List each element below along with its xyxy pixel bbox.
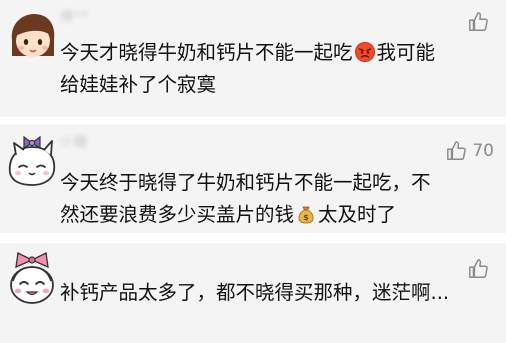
comment-text-line: 给娃娃补了个寂寞 — [60, 73, 217, 96]
like-count: 70 — [472, 141, 494, 161]
username[interactable]: 傅** — [60, 8, 89, 28]
thumbs-up-icon — [469, 12, 488, 31]
comment-text-line: 太及时了 — [318, 203, 397, 226]
comment-item: 小糖 70 今天终于晓得了牛奶和钙片不能一起吃，不 然还要浪费多少买盖片的钱 $… — [0, 125, 506, 233]
comment-text: 补钙产品太多了，都不晓得买那种，迷茫啊... — [60, 277, 488, 309]
girl-avatar[interactable] — [4, 10, 60, 66]
comment-text: 今天终于晓得了牛奶和钙片不能一起吃，不 然还要浪费多少买盖片的钱 $ 太及时了 — [60, 167, 488, 231]
money-bag-emoji: $ — [298, 206, 314, 224]
username[interactable]: 小糖 — [60, 133, 88, 153]
like-button[interactable] — [468, 10, 494, 34]
thumbs-up-icon — [447, 141, 467, 160]
comment-text-line: 今天才晓得牛奶和钙片不能一起吃 — [60, 41, 353, 64]
comment-text: 今天才晓得牛奶和钙片不能一起吃 我可能 给娃娃补了个寂寞 — [60, 37, 488, 101]
angry-face-emoji — [354, 42, 375, 62]
comment-feed: 傅** 今天才晓得牛奶和钙片不能一起吃 我可能 给娃娃补了个寂寞 小糖 70 今… — [0, 0, 506, 343]
bow-girl-avatar[interactable] — [4, 251, 60, 307]
comment-text-line: 然还要浪费多少买盖片的钱 — [60, 203, 295, 226]
comment-text-line: 我可能 — [376, 41, 436, 64]
comment-item: 补钙产品太多了，都不晓得买那种，迷茫啊... — [0, 243, 506, 343]
comment-item: 傅** 今天才晓得牛奶和钙片不能一起吃 我可能 给娃娃补了个寂寞 — [0, 0, 506, 117]
like-button[interactable]: 70 — [446, 139, 494, 163]
cat-avatar[interactable] — [4, 133, 60, 189]
comment-text-line: 补钙产品太多了，都不晓得买那种，迷茫啊... — [60, 281, 450, 304]
svg-text:$: $ — [303, 213, 309, 222]
comment-text-line: 今天终于晓得了牛奶和钙片不能一起吃，不 — [60, 171, 431, 194]
